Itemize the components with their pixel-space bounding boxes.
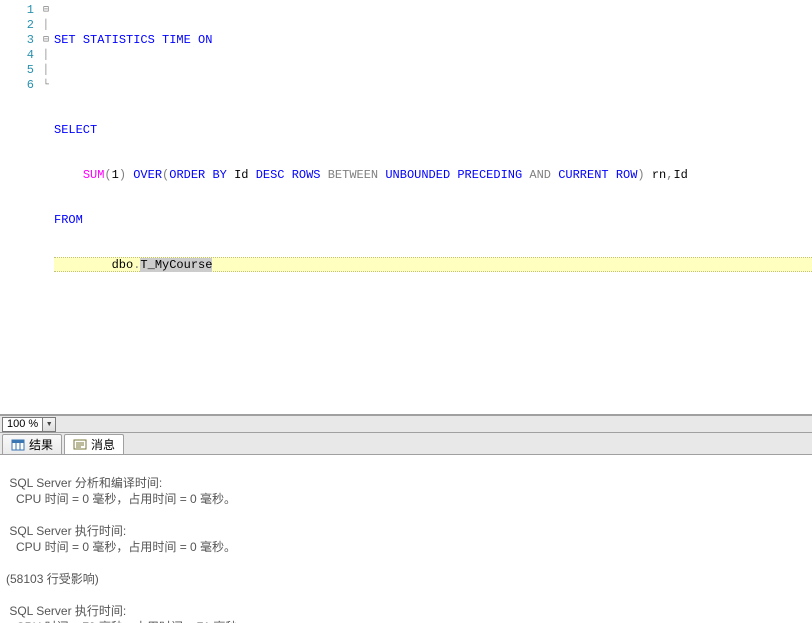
message-line: CPU 时间 = 0 毫秒，占用时间 = 0 毫秒。	[6, 540, 236, 554]
tab-label: 消息	[91, 436, 115, 453]
sql-editor-pane[interactable]: 1 2 3 4 5 6 ⊟ │ ⊟ │ │ └ SET STATISTICS T…	[0, 0, 812, 415]
line-number: 4	[14, 48, 34, 63]
line-number: 2	[14, 18, 34, 33]
code-line[interactable]: SUM(1) OVER(ORDER BY Id DESC ROWS BETWEE…	[54, 168, 812, 183]
zoom-toolbar: 100 % ▼	[0, 415, 812, 433]
fold-margin[interactable]: ⊟ │ ⊟ │ │ └	[40, 0, 52, 414]
code-text-area[interactable]: SET STATISTICS TIME ON SELECT SUM(1) OVE…	[52, 0, 812, 414]
code-line[interactable]: FROM	[54, 213, 812, 228]
message-line: (58103 行受影响)	[6, 572, 99, 586]
code-line[interactable]: SELECT	[54, 123, 812, 138]
messages-output-pane[interactable]: SQL Server 分析和编译时间: CPU 时间 = 0 毫秒，占用时间 =…	[0, 455, 812, 623]
line-number-gutter: 1 2 3 4 5 6	[0, 0, 40, 414]
line-number: 3	[14, 33, 34, 48]
message-line: SQL Server 执行时间:	[6, 604, 126, 618]
fold-toggle-icon[interactable]: ⊟	[40, 3, 52, 18]
zoom-dropdown-button[interactable]: ▼	[43, 417, 56, 432]
code-line[interactable]: dbo.T_MyCourse	[54, 257, 812, 272]
line-number: 1	[14, 3, 34, 18]
results-tabs: 结果 消息	[0, 433, 812, 455]
messages-icon	[73, 438, 87, 452]
message-line: CPU 时间 = 0 毫秒，占用时间 = 0 毫秒。	[6, 492, 236, 506]
tab-results[interactable]: 结果	[2, 434, 62, 454]
code-line[interactable]: SET STATISTICS TIME ON	[54, 33, 812, 48]
tab-label: 结果	[29, 436, 53, 453]
code-line[interactable]	[54, 78, 812, 93]
zoom-value[interactable]: 100 %	[2, 417, 43, 432]
line-number: 6	[14, 78, 34, 93]
tab-messages[interactable]: 消息	[64, 434, 124, 454]
grid-icon	[11, 438, 25, 452]
fold-toggle-icon[interactable]: ⊟	[40, 33, 52, 48]
line-number: 5	[14, 63, 34, 78]
selected-text[interactable]: T_MyCourse	[140, 258, 212, 272]
message-line: SQL Server 执行时间:	[6, 524, 126, 538]
message-line: SQL Server 分析和编译时间:	[6, 476, 162, 490]
